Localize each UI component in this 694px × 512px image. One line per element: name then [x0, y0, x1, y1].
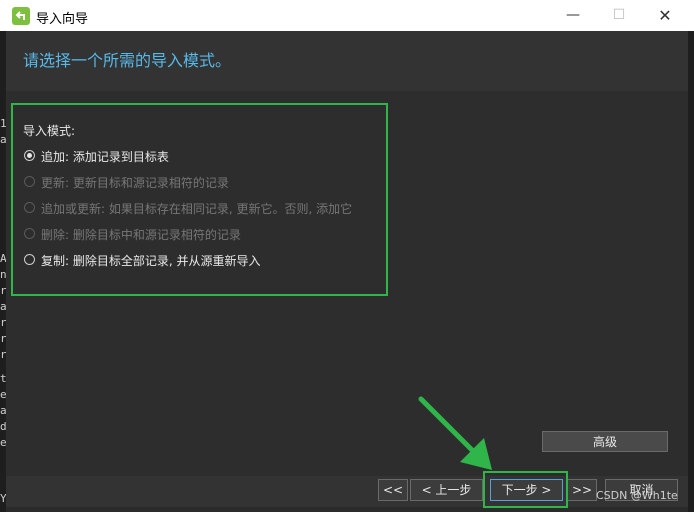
csdn-watermark: CSDN @Wh1te	[596, 489, 678, 502]
green-arrow-annotation	[418, 396, 492, 470]
